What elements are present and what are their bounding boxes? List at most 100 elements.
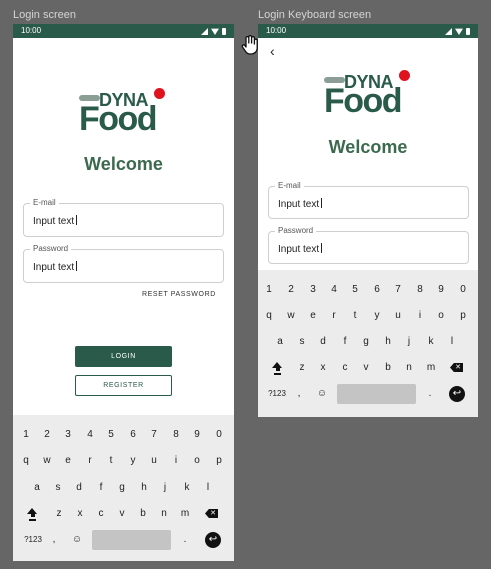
- key-0[interactable]: 0: [211, 425, 227, 445]
- key-b[interactable]: b: [135, 504, 151, 524]
- key-d[interactable]: d: [71, 478, 87, 498]
- key-s[interactable]: s: [294, 332, 310, 352]
- key-f[interactable]: f: [337, 332, 353, 352]
- key-4[interactable]: 4: [326, 280, 342, 300]
- key-t[interactable]: t: [347, 306, 363, 326]
- key-q[interactable]: q: [18, 451, 34, 471]
- key-o[interactable]: o: [433, 306, 449, 326]
- key-4[interactable]: 4: [82, 425, 98, 445]
- key-a[interactable]: a: [29, 478, 45, 498]
- battery-icon: [222, 27, 226, 35]
- key-n[interactable]: n: [401, 358, 417, 378]
- key-l[interactable]: l: [200, 478, 216, 498]
- key-a[interactable]: a: [272, 332, 288, 352]
- key-p[interactable]: p: [211, 451, 227, 471]
- key-j[interactable]: j: [401, 332, 417, 352]
- key-f[interactable]: f: [93, 478, 109, 498]
- enter-key[interactable]: ↩: [205, 532, 221, 548]
- keyboard-row-qwerty: q w e r t y u i o p: [13, 451, 234, 471]
- backspace-icon[interactable]: ✕: [205, 509, 218, 518]
- key-l[interactable]: l: [444, 332, 460, 352]
- key-z[interactable]: z: [51, 504, 67, 524]
- keyboard-row-zxcv: z x c v b n m ✕: [258, 358, 478, 378]
- backspace-icon[interactable]: ✕: [450, 363, 463, 372]
- key-e[interactable]: e: [305, 306, 321, 326]
- key-9[interactable]: 9: [189, 425, 205, 445]
- key-o[interactable]: o: [189, 451, 205, 471]
- key-6[interactable]: 6: [369, 280, 385, 300]
- key-7[interactable]: 7: [390, 280, 406, 300]
- key-v[interactable]: v: [358, 358, 374, 378]
- password-field[interactable]: Password Input text: [268, 226, 469, 264]
- key-z[interactable]: z: [294, 358, 310, 378]
- key-t[interactable]: t: [103, 451, 119, 471]
- status-time: 10:00: [266, 26, 287, 35]
- emoji-key[interactable]: ☺: [69, 530, 85, 550]
- key-r[interactable]: r: [82, 451, 98, 471]
- key-k[interactable]: k: [423, 332, 439, 352]
- email-field[interactable]: E-mail Input text: [268, 181, 469, 219]
- key-y[interactable]: y: [125, 451, 141, 471]
- key-9[interactable]: 9: [433, 280, 449, 300]
- email-field[interactable]: E-mail Input text: [23, 198, 224, 237]
- key-1[interactable]: 1: [18, 425, 34, 445]
- key-y[interactable]: y: [369, 306, 385, 326]
- password-field[interactable]: Password Input text: [23, 244, 224, 283]
- space-bar[interactable]: [92, 530, 171, 550]
- key-c[interactable]: c: [93, 504, 109, 524]
- key-i[interactable]: i: [168, 451, 184, 471]
- key-1[interactable]: 1: [261, 280, 277, 300]
- key-c[interactable]: c: [337, 358, 353, 378]
- key-m[interactable]: m: [177, 504, 193, 524]
- symbols-key[interactable]: ?123: [22, 530, 44, 550]
- key-e[interactable]: e: [60, 451, 76, 471]
- enter-key[interactable]: ↩: [449, 386, 465, 402]
- emoji-key[interactable]: ☺: [314, 384, 330, 404]
- key-2[interactable]: 2: [39, 425, 55, 445]
- key-i[interactable]: i: [412, 306, 428, 326]
- key-w[interactable]: w: [39, 451, 55, 471]
- key-d[interactable]: d: [315, 332, 331, 352]
- key-m[interactable]: m: [423, 358, 439, 378]
- reset-password-link[interactable]: RESET PASSWORD: [142, 291, 216, 298]
- key-5[interactable]: 5: [347, 280, 363, 300]
- key-5[interactable]: 5: [103, 425, 119, 445]
- key-3[interactable]: 3: [305, 280, 321, 300]
- key-0[interactable]: 0: [455, 280, 471, 300]
- register-button[interactable]: REGISTER: [75, 375, 172, 396]
- key-3[interactable]: 3: [60, 425, 76, 445]
- space-bar[interactable]: [337, 384, 416, 404]
- key-2[interactable]: 2: [283, 280, 299, 300]
- login-button[interactable]: LOGIN: [75, 346, 172, 367]
- key-w[interactable]: w: [283, 306, 299, 326]
- symbols-key[interactable]: ?123: [266, 384, 288, 404]
- key-q[interactable]: q: [261, 306, 277, 326]
- comma-key[interactable]: ,: [46, 530, 62, 550]
- key-v[interactable]: v: [114, 504, 130, 524]
- key-x[interactable]: x: [72, 504, 88, 524]
- key-u[interactable]: u: [146, 451, 162, 471]
- key-b[interactable]: b: [380, 358, 396, 378]
- key-g[interactable]: g: [358, 332, 374, 352]
- key-7[interactable]: 7: [146, 425, 162, 445]
- key-8[interactable]: 8: [168, 425, 184, 445]
- period-key[interactable]: .: [422, 384, 438, 404]
- key-g[interactable]: g: [114, 478, 130, 498]
- key-p[interactable]: p: [455, 306, 471, 326]
- key-j[interactable]: j: [157, 478, 173, 498]
- shift-icon[interactable]: [27, 508, 38, 521]
- key-h[interactable]: h: [380, 332, 396, 352]
- key-x[interactable]: x: [315, 358, 331, 378]
- period-key[interactable]: .: [177, 530, 193, 550]
- shift-icon[interactable]: [272, 362, 283, 375]
- key-u[interactable]: u: [390, 306, 406, 326]
- key-r[interactable]: r: [326, 306, 342, 326]
- key-8[interactable]: 8: [412, 280, 428, 300]
- comma-key[interactable]: ,: [291, 384, 307, 404]
- key-h[interactable]: h: [136, 478, 152, 498]
- key-6[interactable]: 6: [125, 425, 141, 445]
- key-k[interactable]: k: [179, 478, 195, 498]
- back-arrow-icon[interactable]: ‹: [270, 44, 275, 58]
- key-s[interactable]: s: [50, 478, 66, 498]
- key-n[interactable]: n: [156, 504, 172, 524]
